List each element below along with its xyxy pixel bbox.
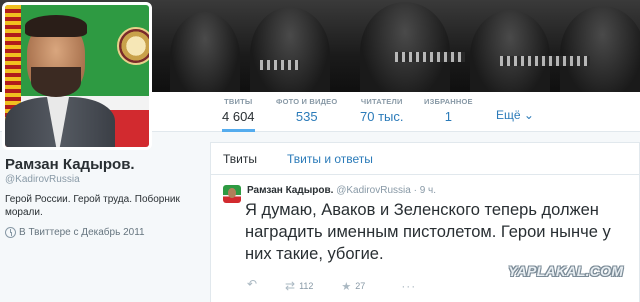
stat-tweets[interactable]: ТВИТЫ 4 604	[222, 97, 255, 132]
stat-label: ЧИТАТЕЛИ	[360, 97, 403, 106]
stat-label: ИЗБРАННОЕ	[424, 97, 473, 106]
timeline-tabs: Твиты Твиты и ответы	[211, 143, 639, 175]
more-actions-button[interactable]: ···	[401, 279, 416, 293]
more-dots-icon: ···	[401, 279, 417, 293]
watermark: YAPLAKAL.COM	[508, 263, 624, 279]
profile-bio: Герой России. Герой труда. Поборник мора…	[5, 194, 180, 218]
joined-date: В Твиттере с Декабрь 2011	[5, 227, 195, 238]
stat-label: ФОТО И ВИДЕО	[276, 97, 338, 106]
profile-card: Рамзан Кадыров. @KadirovRussia Герой Рос…	[5, 156, 195, 238]
tweet-text: Я думаю, Аваков и Зеленского теперь долж…	[245, 201, 611, 263]
retweet-count: 112	[299, 281, 314, 291]
stat-favorites[interactable]: ИЗБРАННОЕ 1	[424, 97, 473, 124]
tweet-avatar[interactable]	[223, 185, 241, 203]
emblem-icon	[117, 27, 149, 65]
profile-avatar[interactable]	[2, 2, 152, 150]
joined-text: В Твиттере с Декабрь 2011	[19, 227, 145, 238]
stat-value: 535	[295, 109, 318, 124]
favorite-button[interactable]: ★ 27	[341, 280, 365, 293]
profile-handle[interactable]: @KadirovRussia	[5, 174, 195, 185]
tab-tweets-replies[interactable]: Твиты и ответы	[287, 152, 373, 166]
stat-photos-videos[interactable]: ФОТО И ВИДЕО 535	[276, 97, 337, 124]
more-button[interactable]: Ещё ⌄	[496, 108, 534, 122]
stat-value: 70 тыс.	[360, 109, 404, 124]
stat-followers[interactable]: ЧИТАТЕЛИ 70 тыс.	[360, 97, 403, 124]
tweet[interactable]: Рамзан Кадыров. @KadirovRussia · 9 ч. Я …	[211, 175, 639, 302]
stat-label: ТВИТЫ	[224, 97, 253, 106]
tab-tweets[interactable]: Твиты	[223, 152, 257, 166]
reply-button[interactable]	[247, 277, 257, 291]
stat-value: 1	[444, 109, 452, 124]
chevron-down-icon: ⌄	[523, 108, 534, 122]
tweet-actions: ⇄ 112 ★ 27 ···	[247, 277, 416, 293]
retweet-button[interactable]: ⇄ 112	[285, 279, 313, 293]
tweet-header: Рамзан Кадыров. @KadirovRussia · 9 ч.	[247, 185, 436, 196]
more-label: Ещё	[496, 108, 521, 122]
reply-icon	[247, 277, 257, 291]
stat-value: 4 604	[222, 109, 255, 124]
favorite-count: 27	[355, 281, 366, 291]
profile-name[interactable]: Рамзан Кадыров.	[5, 156, 195, 173]
tweet-timestamp[interactable]: · 9 ч.	[414, 185, 436, 196]
tweet-author-name[interactable]: Рамзан Кадыров.	[247, 185, 333, 196]
clock-icon	[5, 227, 16, 238]
tweet-author-handle[interactable]: @KadirovRussia	[336, 185, 411, 196]
retweet-icon: ⇄	[285, 279, 296, 293]
star-icon: ★	[341, 280, 352, 293]
